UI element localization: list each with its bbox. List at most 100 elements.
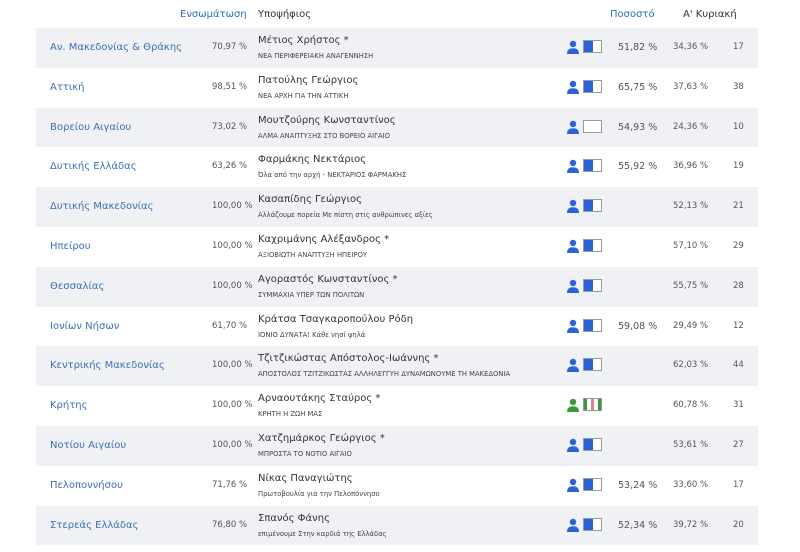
first-sunday-value: 33,60 % — [673, 479, 709, 490]
seats-value: 38 — [733, 81, 744, 92]
region-link[interactable]: Ιονίων Νήσων — [50, 321, 119, 332]
person-icon — [567, 359, 579, 373]
table-row: Ιονίων Νήσων 61,70 % Κράτσα Τσαγκαροπούλ… — [36, 307, 758, 347]
party-flag-icon — [583, 159, 602, 173]
party-flag-icon — [583, 318, 602, 332]
seats-value: 27 — [733, 439, 744, 450]
table-row: Αττική 98,51 % Πατούλης Γεώργιος ΝΕΑ ΑΡΧ… — [36, 68, 758, 108]
party-name: ΝΕΑ ΠΕΡΙΦΕΡΕΙΑΚΗ ΑΝΑΓΕΝΝΗΣΗ — [258, 52, 374, 60]
percentage-value: 53,24 % — [618, 479, 658, 491]
first-sunday-value: 24,36 % — [673, 121, 709, 132]
person-green-icon — [567, 398, 579, 413]
integration-value: 100,00 % — [212, 360, 253, 371]
party-flag-icon — [583, 199, 602, 213]
candidate-name: Νίκας Παναγιώτης — [258, 472, 353, 484]
party-flag-icon — [583, 238, 602, 252]
percentage-value: 55,92 % — [618, 161, 658, 173]
first-sunday-value: 62,03 % — [673, 360, 709, 371]
integration-value: 70,97 % — [212, 42, 248, 52]
region-link[interactable]: Κρήτης — [50, 400, 87, 411]
party-name: ΚΡΗΤΗ Η ΖΩΗ ΜΑΣ — [258, 410, 323, 419]
person-icon — [567, 40, 579, 54]
header-first-sunday: Α' Κυριακή — [683, 9, 737, 20]
party-flag-icon — [583, 398, 602, 412]
integration-value: 100,00 % — [212, 400, 253, 411]
integration-value: 63,26 % — [212, 161, 248, 172]
party-flag-icon — [583, 437, 602, 451]
table-row: Κεντρικής Μακεδονίας 100,00 % Τζιτζικώστ… — [36, 346, 758, 387]
region-link[interactable]: Αν. Μακεδονίας & Θράκης — [50, 42, 182, 53]
percentage-value: 51,82 % — [618, 42, 658, 53]
party-flag-icon — [583, 40, 602, 53]
first-sunday-value: 39,72 % — [673, 519, 709, 530]
seats-value: 17 — [733, 42, 744, 52]
first-sunday-value: 55,75 % — [673, 280, 709, 291]
header-percentage[interactable]: Ποσοστό — [610, 9, 655, 20]
candidate-name: Φαρμάκης Νεκτάριος — [258, 154, 367, 166]
candidate-name: Κράτσα Τσαγκαροπούλου Ρόδη — [258, 313, 414, 325]
region-link[interactable]: Δυτικής Μακεδονίας — [50, 201, 154, 212]
seats-value: 28 — [733, 280, 744, 291]
seats-value: 29 — [733, 240, 744, 251]
party-name: ΑΞΙΟΒΙΩΤΗ ΑΝΑΠΤΥΞΗ ΗΠΕΙΡΟΥ — [258, 250, 368, 259]
integration-value: 100,00 % — [212, 280, 253, 291]
region-link[interactable]: Δυτικής Ελλάδας — [50, 161, 137, 172]
percentage-value: 59,08 % — [618, 320, 658, 332]
first-sunday-value: 52,13 % — [673, 201, 709, 212]
table-row: Βορείου Αιγαίου 73,02 % Μουτζούρης Κωνστ… — [36, 107, 758, 148]
candidate-name: Σπανός Φάνης — [258, 512, 330, 524]
party-name: ΝΕΑ ΑΡΧΗ ΓΙΑ ΤΗΝ ΑΤΤΙΚΗ — [258, 91, 349, 100]
person-icon — [567, 319, 579, 333]
seats-value: 21 — [733, 201, 744, 212]
region-link[interactable]: Στερεάς Ελλάδας — [50, 520, 138, 531]
party-name: Αλλάζουμε πορεία Με πίστη στις ανθρώπινε… — [258, 211, 433, 220]
table-row: Στερεάς Ελλάδας 76,80 % Σπανός Φάνης επι… — [36, 505, 758, 546]
seats-value: 19 — [733, 161, 744, 172]
party-flag-icon — [583, 358, 602, 372]
table-row: Ηπείρου 100,00 % Καχριμάνης Αλέξανδρος *… — [36, 227, 758, 267]
table-row: Νοτίου Αιγαίου 100,00 % Χατζημάρκος Γεώρ… — [36, 425, 758, 466]
candidate-name: Μέτιος Χρήστος * — [258, 35, 349, 46]
table-row: Δυτικής Ελλάδας 63,26 % Φαρμάκης Νεκτάρι… — [36, 147, 758, 187]
region-link[interactable]: Βορείου Αιγαίου — [50, 122, 131, 133]
table-row: Θεσσαλίας 100,00 % Αγοραστός Κωνσταντίνο… — [36, 266, 758, 307]
party-name: επιμένουμε Στην καρδιά της Ελλάδας — [258, 529, 387, 538]
seats-value: 20 — [733, 519, 744, 530]
integration-value: 100,00 % — [212, 201, 253, 212]
first-sunday-value: 57,10 % — [673, 240, 709, 251]
region-link[interactable]: Πελοποννήσου — [50, 480, 123, 491]
party-name: Όλα από την αρχή - ΝΕΚΤΑΡΙΟΣ ΦΑΡΜΑΚΗΣ — [258, 171, 407, 180]
seats-value: 44 — [733, 360, 744, 371]
candidate-name: Αρναουτάκης Σταύρος * — [258, 393, 381, 405]
candidate-name: Κασαπίδης Γεώργιος — [258, 194, 362, 206]
party-name: Πρωτοβουλία για την Πελοπόννησο — [258, 489, 380, 498]
person-icon — [567, 199, 579, 214]
person-icon — [567, 438, 579, 452]
table-row: Δυτικής Μακεδονίας 100,00 % Κασαπίδης Γε… — [36, 187, 758, 227]
party-name: ΜΠΡΟΣΤΑ ΤΟ ΝΟΤΙΟ ΑΙΓΑΙΟ — [258, 449, 352, 458]
first-sunday-value: 37,63 % — [673, 81, 709, 92]
integration-value: 76,80 % — [212, 519, 248, 530]
percentage-value: 65,75 % — [618, 81, 658, 93]
header-integration[interactable]: Ενσωμάτωση — [180, 9, 247, 20]
region-link[interactable]: Αττική — [50, 82, 85, 93]
region-link[interactable]: Θεσσαλίας — [50, 281, 104, 292]
seats-value: 10 — [733, 121, 744, 132]
region-link[interactable]: Κεντρικής Μακεδονίας — [50, 360, 165, 371]
percentage-value: 52,34 % — [618, 519, 658, 531]
party-flag-icon — [583, 517, 602, 531]
integration-value: 71,76 % — [212, 479, 248, 490]
party-name: ΙΟΝΙΟ ΔΥΝΑΤΑ! Κάθε νησί ψηλά — [258, 330, 366, 339]
integration-value: 73,02 % — [212, 121, 248, 132]
region-link[interactable]: Ηπείρου — [50, 241, 91, 252]
party-flag-icon — [583, 119, 602, 133]
person-icon — [567, 120, 579, 134]
candidate-name: Μουτζούρης Κωνσταντίνος — [258, 114, 396, 126]
results-table: Αν. Μακεδονίας & Θράκης 70,97 % Μέτιος Χ… — [36, 28, 758, 546]
person-icon — [567, 478, 579, 492]
candidate-name: Χατζημάρκος Γεώργιος * — [258, 432, 385, 444]
first-sunday-value: 53,61 % — [673, 439, 709, 450]
region-link[interactable]: Νοτίου Αιγαίου — [50, 440, 126, 451]
integration-value: 100,00 % — [212, 439, 253, 450]
first-sunday-value: 60,78 % — [673, 400, 709, 411]
